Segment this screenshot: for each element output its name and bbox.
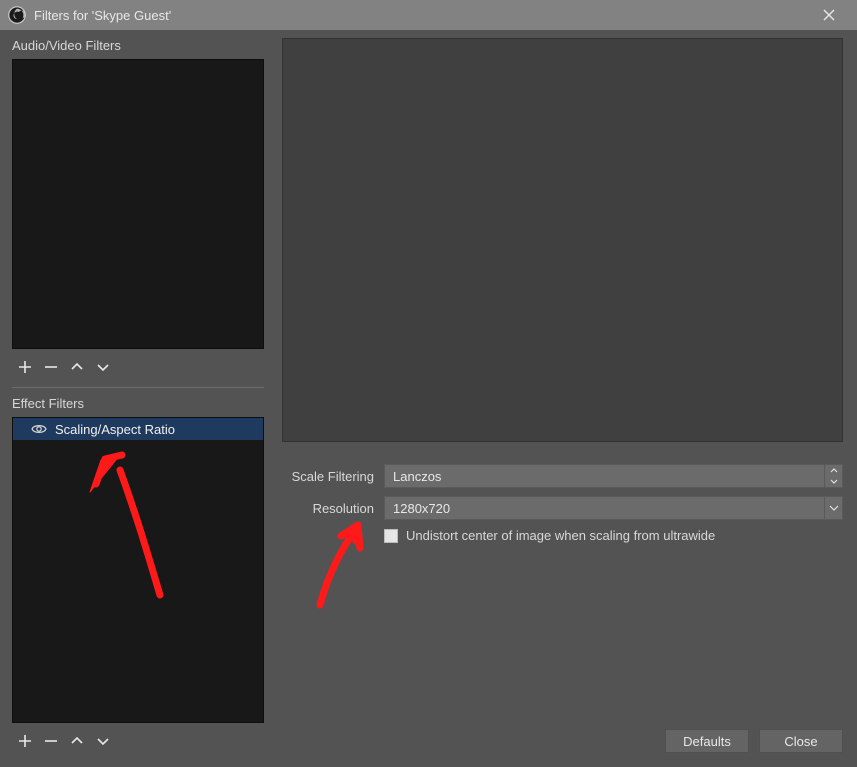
av-move-up-button[interactable] (66, 356, 88, 378)
right-panel: Scale Filtering Lanczos (274, 30, 857, 767)
undistort-label: Undistort center of image when scaling f… (406, 528, 715, 543)
chevron-up-icon (69, 359, 85, 375)
visibility-toggle[interactable] (31, 421, 47, 437)
spinner-buttons (824, 465, 842, 487)
chevron-down-icon (829, 505, 839, 511)
scale-filtering-row: Scale Filtering Lanczos (282, 464, 843, 488)
eff-add-button[interactable] (14, 730, 36, 752)
minus-icon (43, 359, 59, 375)
filter-preview (282, 38, 843, 442)
chevron-down-icon (95, 733, 111, 749)
dropdown-arrow (824, 497, 842, 519)
scale-filtering-select[interactable]: Lanczos (384, 464, 843, 488)
av-filters-label: Audio/Video Filters (12, 38, 264, 53)
resolution-label: Resolution (282, 501, 374, 516)
titlebar: Filters for 'Skype Guest' (0, 0, 857, 30)
chevron-up-icon (830, 468, 838, 473)
plus-icon (17, 733, 33, 749)
eff-move-down-button[interactable] (92, 730, 114, 752)
eye-icon (31, 423, 47, 435)
filters-dialog: Filters for 'Skype Guest' Audio/Video Fi… (0, 0, 857, 767)
close-button-label: Close (784, 734, 817, 749)
window-close-button[interactable] (809, 0, 849, 30)
dialog-body: Audio/Video Filters Effect Filters (0, 30, 857, 767)
left-panel: Audio/Video Filters Effect Filters (0, 30, 274, 767)
filter-item-scaling-aspect-ratio[interactable]: Scaling/Aspect Ratio (13, 418, 263, 440)
scale-filtering-value: Lanczos (393, 469, 441, 484)
defaults-button[interactable]: Defaults (665, 729, 749, 753)
filter-item-label: Scaling/Aspect Ratio (55, 422, 175, 437)
obs-logo-icon (6, 4, 28, 26)
divider (12, 387, 264, 388)
chevron-down-icon (95, 359, 111, 375)
av-remove-button[interactable] (40, 356, 62, 378)
plus-icon (17, 359, 33, 375)
close-button[interactable]: Close (759, 729, 843, 753)
av-filters-list[interactable] (12, 59, 264, 349)
undistort-checkbox[interactable] (384, 529, 398, 543)
minus-icon (43, 733, 59, 749)
close-icon (823, 9, 835, 21)
eff-move-up-button[interactable] (66, 730, 88, 752)
chevron-down-icon (830, 479, 838, 484)
chevron-up-icon (69, 733, 85, 749)
undistort-row: Undistort center of image when scaling f… (384, 528, 843, 543)
resolution-value: 1280x720 (393, 501, 450, 516)
av-move-down-button[interactable] (92, 356, 114, 378)
spinner-down[interactable] (825, 476, 842, 487)
resolution-row: Resolution 1280x720 (282, 496, 843, 520)
window-title: Filters for 'Skype Guest' (34, 8, 809, 23)
eff-remove-button[interactable] (40, 730, 62, 752)
effect-filters-toolbar (12, 727, 264, 755)
defaults-button-label: Defaults (683, 734, 731, 749)
spinner-up[interactable] (825, 465, 842, 476)
av-filters-toolbar (12, 353, 264, 381)
scale-filtering-label: Scale Filtering (282, 469, 374, 484)
dialog-footer: Defaults Close (665, 729, 843, 753)
resolution-select[interactable]: 1280x720 (384, 496, 843, 520)
filter-properties: Scale Filtering Lanczos (282, 464, 843, 543)
effect-filters-list[interactable]: Scaling/Aspect Ratio (12, 417, 264, 723)
effect-filters-label: Effect Filters (12, 396, 264, 411)
av-add-button[interactable] (14, 356, 36, 378)
